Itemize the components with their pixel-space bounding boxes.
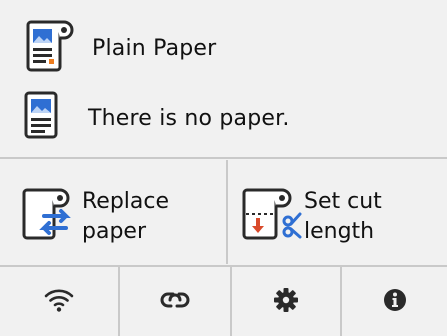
settings-button[interactable]: [232, 267, 340, 336]
printer-panel: Plain Paper There is no paper. Replace p…: [0, 0, 447, 336]
info-icon: [383, 288, 407, 316]
replace-paper-icon: [20, 184, 76, 248]
set-cut-length-line2: length: [304, 219, 375, 244]
link-button[interactable]: [120, 267, 230, 336]
paper-type-row[interactable]: Plain Paper: [0, 20, 447, 76]
replace-paper-label: Replace paper: [82, 187, 169, 247]
replace-paper-line1: Replace: [82, 189, 170, 214]
paper-type-label: Plain Paper: [92, 35, 217, 61]
gear-icon: [273, 287, 299, 317]
paper-info-panel[interactable]: Plain Paper There is no paper.: [0, 0, 447, 158]
set-cut-length-button[interactable]: Set cut length: [228, 160, 447, 264]
roll-paper-icon: [22, 18, 76, 78]
link-icon: [158, 288, 192, 316]
set-cut-length-line1: Set cut: [304, 189, 382, 214]
wifi-button[interactable]: [0, 267, 118, 336]
wifi-icon: [44, 287, 74, 317]
cut-length-icon: [240, 184, 302, 248]
divider: [0, 157, 447, 159]
info-button[interactable]: [342, 267, 447, 336]
replace-paper-line2: paper: [82, 219, 146, 244]
replace-paper-button[interactable]: Replace paper: [0, 160, 226, 264]
paper-status-row[interactable]: There is no paper.: [0, 90, 447, 146]
paper-status-label: There is no paper.: [88, 105, 290, 131]
sheet-paper-icon: [22, 90, 62, 146]
set-cut-length-label: Set cut length: [304, 187, 382, 247]
